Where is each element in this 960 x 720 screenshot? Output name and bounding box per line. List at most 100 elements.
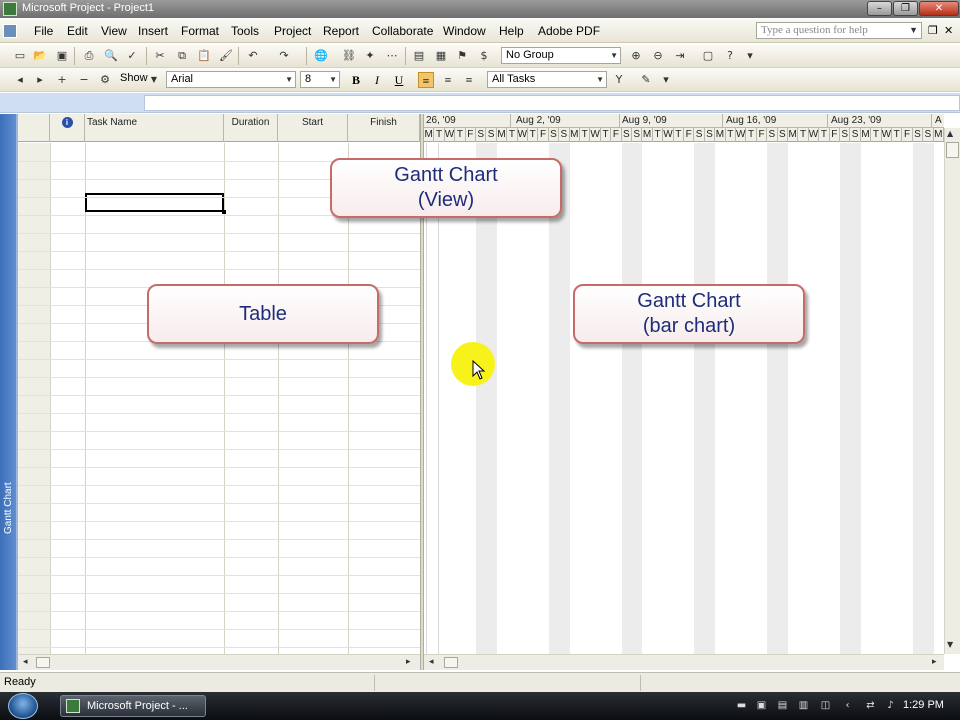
doc-close-icon[interactable]: ✕	[944, 24, 953, 37]
chevron-down-icon[interactable]: ▼	[909, 23, 918, 38]
chevron-down-icon[interactable]: ▼	[596, 72, 604, 87]
toolbar-options-icon[interactable]: ▾	[742, 48, 758, 64]
align-left-icon[interactable]: ≡	[418, 72, 434, 88]
menu-view[interactable]: View	[101, 24, 127, 38]
selected-cell[interactable]	[85, 193, 226, 214]
chevron-down-icon[interactable]: ▼	[146, 72, 162, 88]
group-select[interactable]: No Group ▼	[501, 47, 621, 64]
indicators-header[interactable]: i	[50, 114, 85, 142]
help-icon[interactable]: ?	[722, 48, 738, 64]
menu-tools[interactable]: Tools	[231, 24, 259, 38]
align-center-icon[interactable]: ≡	[440, 72, 456, 88]
chevron-down-icon[interactable]: ▼	[610, 48, 618, 63]
indent-icon[interactable]: ▸	[32, 72, 48, 88]
tray-expand-icon[interactable]: ‹	[841, 699, 854, 712]
show-dropdown[interactable]: Show	[120, 72, 148, 84]
save-icon[interactable]: ▣	[54, 48, 70, 64]
scroll-right-icon[interactable]: ▸	[406, 657, 411, 667]
scroll-thumb[interactable]	[444, 657, 458, 668]
menu-adobe-pdf[interactable]: Adobe PDF	[538, 24, 600, 38]
taskbar-clock[interactable]: 1:29 PM	[903, 699, 944, 711]
table-body[interactable]	[18, 143, 420, 654]
menu-project[interactable]: Project	[274, 24, 311, 38]
network-icon[interactable]: ⇄	[864, 699, 877, 712]
task-name-header[interactable]: Task Name	[85, 114, 224, 142]
cut-icon[interactable]: ✂	[152, 48, 168, 64]
redo-icon[interactable]: ↷	[276, 48, 292, 64]
scroll-thumb[interactable]	[946, 142, 959, 158]
taskbar-app-button[interactable]: Microsoft Project - ...	[60, 695, 206, 717]
task-notes-icon[interactable]: ▦	[433, 48, 449, 64]
toolbar-options-icon[interactable]: ▾	[658, 72, 674, 88]
scroll-thumb[interactable]	[36, 657, 50, 668]
scroll-to-task-icon[interactable]: ⇥	[672, 48, 688, 64]
task-info-icon[interactable]: ▤	[411, 48, 427, 64]
italic-button[interactable]: I	[369, 72, 385, 88]
chevron-down-icon[interactable]: ▼	[329, 72, 337, 87]
open-icon[interactable]: 📂	[32, 48, 48, 64]
finish-header[interactable]: Finish	[348, 114, 420, 142]
tray-icon[interactable]: ▥	[797, 699, 810, 712]
show-subtasks-icon[interactable]: +	[54, 72, 70, 88]
tray-icon[interactable]: ▬	[735, 699, 748, 712]
print-icon[interactable]: ⎙	[81, 48, 97, 64]
paste-icon[interactable]: 📋	[196, 48, 212, 64]
menu-collaborate[interactable]: Collaborate	[372, 24, 433, 38]
timescale-header[interactable]: 26, '09 Aug 2, '09 Aug 9, '09 Aug 16, '0…	[424, 114, 944, 142]
zoom-in-icon[interactable]: ⊕	[628, 48, 644, 64]
volume-icon[interactable]: ♪	[884, 699, 897, 712]
publish-icon[interactable]: $	[476, 48, 492, 64]
menu-help[interactable]: Help	[499, 24, 524, 38]
menu-report[interactable]: Report	[323, 24, 359, 38]
gantt-wizard-icon[interactable]: ✎	[638, 72, 654, 88]
scroll-up-icon[interactable]: ▲	[947, 129, 953, 138]
menu-edit[interactable]: Edit	[67, 24, 88, 38]
minimize-button[interactable]: –	[867, 1, 892, 16]
duration-header[interactable]: Duration	[224, 114, 278, 142]
tray-icon[interactable]: ▤	[776, 699, 789, 712]
autofilter-icon[interactable]: Y	[611, 72, 627, 88]
chevron-down-icon[interactable]: ▼	[285, 72, 293, 87]
select-all-header[interactable]	[18, 114, 50, 142]
start-header[interactable]: Start	[278, 114, 348, 142]
menu-format[interactable]: Format	[181, 24, 219, 38]
restore-button[interactable]: ❐	[893, 1, 918, 16]
copy-picture-icon[interactable]: ▢	[700, 48, 716, 64]
new-icon[interactable]: ▭	[12, 48, 28, 64]
spelling-icon[interactable]: ✓	[124, 48, 140, 64]
scroll-right-icon[interactable]: ▸	[932, 657, 937, 667]
menu-window[interactable]: Window	[443, 24, 486, 38]
gantt-bar-area[interactable]	[424, 143, 944, 654]
bold-button[interactable]: B	[348, 72, 364, 88]
hyperlink-icon[interactable]: 🌐	[313, 48, 329, 64]
underline-button[interactable]: U	[391, 72, 407, 88]
scroll-left-icon[interactable]: ◂	[429, 657, 434, 667]
print-preview-icon[interactable]: 🔍	[103, 48, 119, 64]
doc-restore-icon[interactable]: ❐	[928, 24, 938, 37]
start-button[interactable]	[8, 693, 38, 719]
menu-insert[interactable]: Insert	[138, 24, 168, 38]
font-size-select[interactable]: 8 ▼	[300, 71, 340, 88]
assign-resources-icon[interactable]: ⚑	[454, 48, 470, 64]
tasks-icon[interactable]: ⚙	[97, 72, 113, 88]
help-search-input[interactable]: Type a question for help ▼	[756, 22, 922, 39]
font-select[interactable]: Arial ▼	[166, 71, 296, 88]
outdent-icon[interactable]: ◂	[12, 72, 28, 88]
row-number-column[interactable]	[18, 143, 50, 654]
filter-select[interactable]: All Tasks ▼	[487, 71, 607, 88]
split-task-icon[interactable]: ⋯	[384, 48, 400, 64]
table-horizontal-scrollbar[interactable]: ◂ ▸	[18, 654, 420, 670]
entry-field[interactable]	[144, 95, 960, 111]
view-bar[interactable]: Gantt Chart	[0, 114, 18, 670]
vertical-scrollbar[interactable]: ▲ ▼	[944, 128, 960, 654]
document-icon[interactable]	[3, 24, 17, 38]
undo-icon[interactable]: ↶	[245, 48, 261, 64]
align-right-icon[interactable]: ≡	[461, 72, 477, 88]
menu-file[interactable]: File	[34, 24, 53, 38]
tray-icon[interactable]: ◫	[819, 699, 832, 712]
scroll-down-icon[interactable]: ▼	[947, 640, 953, 649]
zoom-out-icon[interactable]: ⊖	[650, 48, 666, 64]
copy-icon[interactable]: ⧉	[174, 48, 190, 64]
hide-subtasks-icon[interactable]: −	[76, 72, 92, 88]
tray-icon[interactable]: ▣	[755, 699, 768, 712]
